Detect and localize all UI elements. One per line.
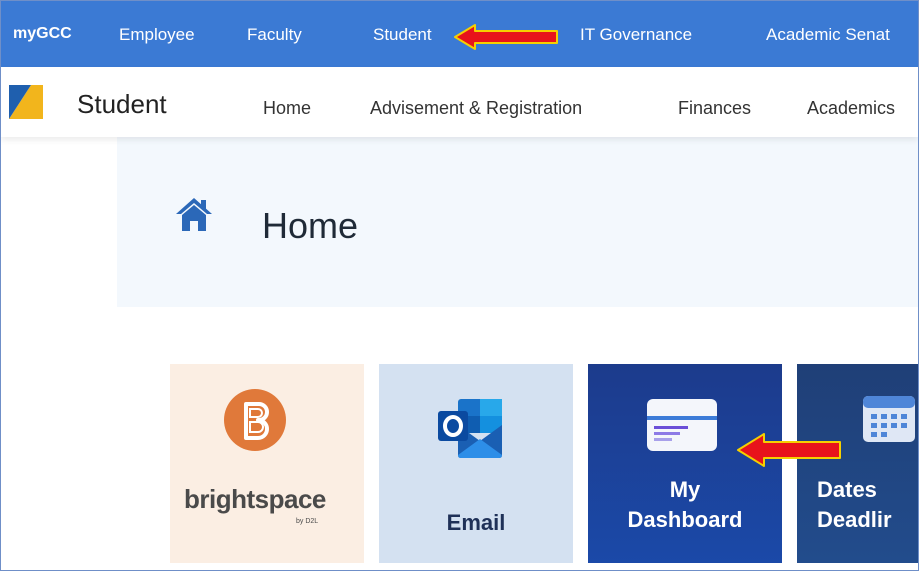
- annotation-arrow-dashboard: [737, 433, 841, 467]
- tile-brightspace[interactable]: brightspace by D2L: [170, 364, 364, 563]
- tile-my-dashboard-label-line2: Dashboard: [627, 507, 743, 532]
- topnav-item-it-governance[interactable]: IT Governance: [580, 25, 692, 45]
- tile-email-label: Email: [446, 510, 506, 535]
- topnav-item-employee[interactable]: Employee: [119, 25, 195, 45]
- tile-dates-label-line2: Deadlir: [817, 507, 892, 532]
- tile-my-dashboard-label-line1: My: [669, 477, 701, 502]
- browser-frame: myGCC Employee Faculty Student IT Govern…: [0, 0, 919, 571]
- subnav-link-advisement-registration[interactable]: Advisement & Registration: [370, 98, 582, 119]
- brightspace-byline: by D2L: [296, 518, 319, 525]
- section-navigation-bar: Student Home Advisement & Registration F…: [1, 67, 918, 137]
- subnav-link-finances[interactable]: Finances: [678, 98, 751, 119]
- page-title: Home: [262, 205, 359, 246]
- topnav-item-academic-senate[interactable]: Academic Senat: [766, 25, 890, 45]
- subnav-link-home[interactable]: Home: [263, 98, 311, 119]
- gcc-logo-icon: [9, 85, 43, 119]
- tile-email[interactable]: Email: [379, 364, 573, 563]
- outlook-icon: [438, 399, 502, 458]
- brightspace-logo-icon: [224, 389, 286, 451]
- brand-link-mygcc[interactable]: myGCC: [13, 25, 72, 43]
- section-title: Student: [77, 89, 167, 119]
- tile-dates-label-line1: Dates: [817, 477, 877, 502]
- topnav-item-faculty[interactable]: Faculty: [247, 25, 302, 45]
- brightspace-wordmark: brightspace: [184, 484, 326, 514]
- page-header-panel: Home: [117, 137, 918, 307]
- home-icon: [176, 198, 212, 231]
- dashboard-icon: [647, 399, 717, 451]
- calendar-icon: [863, 396, 915, 442]
- topnav-item-student[interactable]: Student: [373, 25, 432, 47]
- subnav-link-academics[interactable]: Academics: [807, 98, 895, 119]
- annotation-arrow-student: [454, 24, 558, 50]
